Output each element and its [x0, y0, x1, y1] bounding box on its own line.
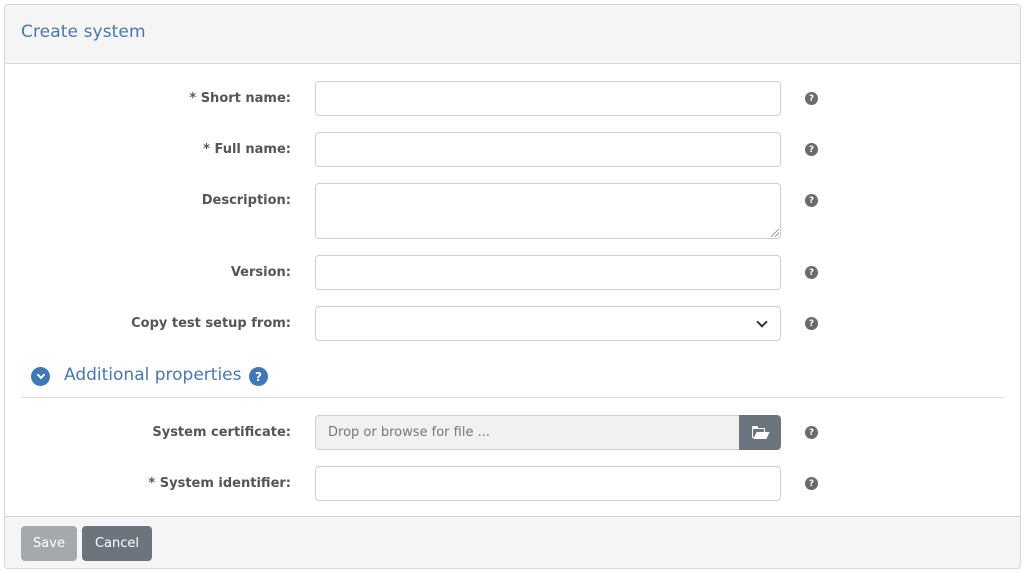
page-title: Create system — [21, 22, 146, 42]
additional-properties-title[interactable]: Additional properties — [64, 365, 242, 385]
panel-footer: Save Cancel — [5, 516, 1020, 568]
create-system-panel: Create system * Short name: ? * Full nam… — [4, 4, 1021, 569]
certificate-drop-zone[interactable]: Drop or browse for file ... — [315, 415, 739, 450]
certificate-label: System certificate: — [152, 425, 291, 440]
folder-open-icon — [752, 425, 770, 439]
resize-grip-icon[interactable] — [771, 229, 779, 237]
copy-setup-select[interactable] — [315, 306, 781, 341]
help-icon[interactable]: ? — [805, 426, 818, 439]
full-name-input[interactable] — [315, 132, 781, 167]
certificate-placeholder: Drop or browse for file ... — [328, 425, 490, 440]
cancel-button[interactable]: Cancel — [82, 526, 152, 561]
chevron-down-icon — [756, 316, 768, 328]
help-icon[interactable]: ? — [805, 194, 818, 207]
version-input[interactable] — [315, 255, 781, 290]
save-button[interactable]: Save — [21, 526, 77, 561]
help-icon[interactable]: ? — [249, 367, 268, 386]
version-label: Version: — [230, 265, 291, 280]
copy-setup-label: Copy test setup from: — [131, 316, 291, 331]
help-icon[interactable]: ? — [805, 143, 818, 156]
collapse-toggle-icon[interactable] — [31, 367, 50, 386]
description-label: Description: — [201, 193, 291, 208]
short-name-input[interactable] — [315, 81, 781, 116]
description-textarea[interactable] — [315, 183, 781, 239]
panel-header: Create system — [5, 5, 1020, 64]
description-wrapper — [315, 183, 781, 239]
identifier-input[interactable] — [315, 466, 781, 501]
help-icon[interactable]: ? — [805, 477, 818, 490]
full-name-label: * Full name: — [203, 142, 291, 157]
identifier-label: * System identifier: — [148, 476, 291, 491]
short-name-label: * Short name: — [189, 91, 291, 106]
help-icon[interactable]: ? — [805, 317, 818, 330]
browse-file-button[interactable] — [739, 415, 781, 450]
help-icon[interactable]: ? — [805, 92, 818, 105]
section-divider — [21, 397, 1005, 398]
help-icon[interactable]: ? — [805, 266, 818, 279]
